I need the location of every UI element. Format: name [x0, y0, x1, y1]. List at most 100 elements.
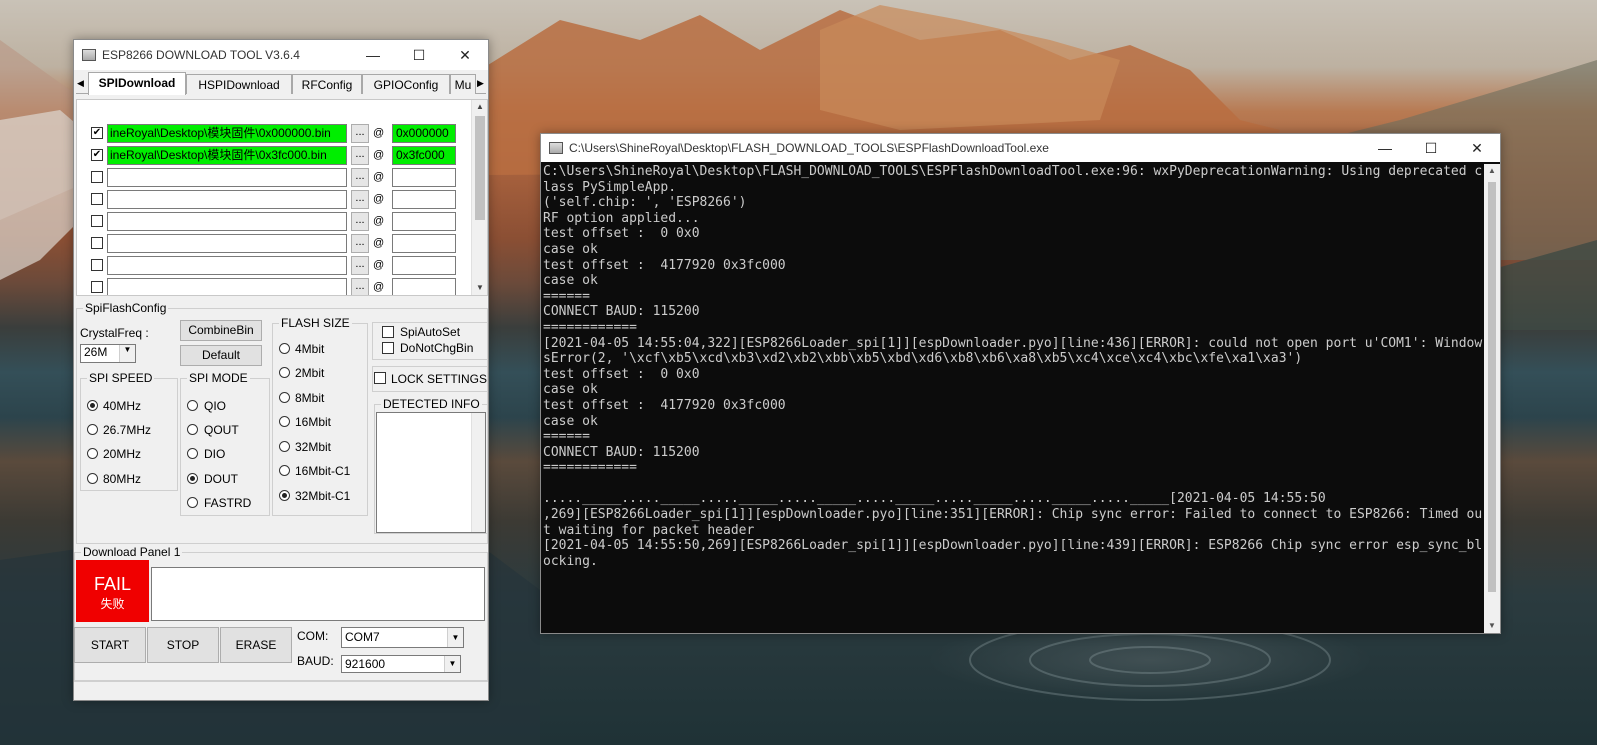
console-title-bar[interactable]: C:\Users\ShineRoyal\Desktop\FLASH_DOWNLO…	[541, 134, 1500, 162]
file-path-input[interactable]	[107, 168, 347, 187]
address-input[interactable]: 0x3fc000	[392, 146, 456, 165]
close-button[interactable]: ✕	[442, 40, 488, 70]
baud-rate-select[interactable]: 921600 ▼	[341, 655, 461, 673]
tab-more[interactable]: Mu	[450, 74, 476, 94]
file-row: ✔ ineRoyal\Desktop\模块固件\0x3fc000.bin ...…	[77, 144, 477, 166]
flash-size-title: FLASH SIZE	[279, 316, 352, 330]
file-path-input[interactable]: ineRoyal\Desktop\模块固件\0x3fc000.bin	[107, 146, 347, 165]
tab-hspidownload[interactable]: HSPIDownload	[186, 74, 292, 94]
tab-spidownload[interactable]: SPIDownload	[88, 72, 186, 95]
app-icon	[82, 49, 96, 61]
address-input[interactable]	[392, 190, 456, 209]
combine-bin-button[interactable]: CombineBin	[180, 320, 262, 341]
file-enable-checkbox[interactable]	[91, 171, 103, 183]
file-row: ... @	[77, 210, 477, 232]
maximize-button[interactable]: ☐	[1408, 134, 1454, 162]
scroll-down-icon[interactable]: ▼	[472, 281, 487, 295]
tab-scroll-left-icon[interactable]: ◀	[76, 74, 85, 92]
flash-size-option: 32Mbit	[295, 440, 332, 454]
maximize-button[interactable]: ☐	[396, 40, 442, 70]
file-path-input[interactable]: ineRoyal\Desktop\模块固件\0x000000.bin	[107, 124, 347, 143]
close-button[interactable]: ✕	[1454, 134, 1500, 162]
console-window: C:\Users\ShineRoyal\Desktop\FLASH_DOWNLO…	[540, 133, 1501, 634]
spi-speed-radio[interactable]	[87, 424, 98, 435]
scroll-down-icon[interactable]: ▼	[1484, 619, 1500, 633]
crystal-freq-select[interactable]: 26M ▼	[80, 344, 136, 363]
download-log-box[interactable]	[151, 567, 485, 621]
flash-size-option: 4Mbit	[295, 342, 325, 356]
flash-size-radio[interactable]	[279, 392, 290, 403]
scroll-up-icon[interactable]: ▲	[472, 100, 487, 114]
file-path-input[interactable]	[107, 190, 347, 209]
address-input[interactable]: 0x000000	[392, 124, 456, 143]
flash-size-radio[interactable]	[279, 367, 290, 378]
browse-button[interactable]: ...	[351, 124, 369, 143]
spi-mode-radio[interactable]	[187, 448, 198, 459]
spi-auto-set-label: SpiAutoSet	[400, 325, 461, 339]
console-line: t waiting for packet header	[543, 522, 755, 538]
browse-button[interactable]: ...	[351, 168, 369, 187]
esp-title-bar[interactable]: ESP8266 DOWNLOAD TOOL V3.6.4 — ☐ ✕	[74, 40, 488, 70]
file-enable-checkbox[interactable]	[91, 281, 103, 293]
lock-settings-checkbox[interactable]	[374, 372, 386, 384]
console-scrollbar[interactable]: ▲ ▼	[1484, 164, 1500, 633]
scroll-up-icon[interactable]: ▲	[1484, 164, 1500, 178]
minimize-button[interactable]: —	[350, 40, 396, 70]
detected-info-scrollbar[interactable]	[471, 413, 485, 532]
flash-size-radio[interactable]	[279, 416, 290, 427]
flash-size-radio[interactable]	[279, 343, 290, 354]
do-not-chg-bin-checkbox[interactable]	[382, 342, 394, 354]
scroll-thumb[interactable]	[475, 116, 485, 220]
spi-mode-radio[interactable]	[187, 400, 198, 411]
file-enable-checkbox[interactable]	[91, 259, 103, 271]
tab-gpioconfig[interactable]: GPIOConfig	[362, 74, 450, 94]
browse-button[interactable]: ...	[351, 256, 369, 275]
browse-button[interactable]: ...	[351, 190, 369, 209]
detected-info-box[interactable]	[376, 412, 486, 533]
tab-scroll-right-icon[interactable]: ▶	[476, 74, 485, 92]
spi-speed-radio[interactable]	[87, 400, 98, 411]
file-path-input[interactable]	[107, 212, 347, 231]
browse-button[interactable]: ...	[351, 278, 369, 295]
spi-auto-set-checkbox[interactable]	[382, 326, 394, 338]
flash-size-radio[interactable]	[279, 490, 290, 501]
address-input[interactable]	[392, 234, 456, 253]
spi-mode-radio[interactable]	[187, 497, 198, 508]
com-port-select[interactable]: COM7 ▼	[341, 627, 464, 648]
address-input[interactable]	[392, 168, 456, 187]
tab-rfconfig[interactable]: RFConfig	[292, 74, 362, 94]
erase-button[interactable]: ERASE	[220, 627, 292, 663]
file-enable-checkbox[interactable]	[91, 193, 103, 205]
spi-speed-radio[interactable]	[87, 448, 98, 459]
flash-size-radio[interactable]	[279, 441, 290, 452]
address-input[interactable]	[392, 256, 456, 275]
minimize-button[interactable]: —	[1362, 134, 1408, 162]
browse-button[interactable]: ...	[351, 146, 369, 165]
flash-size-radio[interactable]	[279, 465, 290, 476]
file-path-input[interactable]	[107, 278, 347, 295]
stop-button[interactable]: STOP	[147, 627, 219, 663]
console-output[interactable]: C:\Users\ShineRoyal\Desktop\FLASH_DOWNLO…	[542, 164, 1486, 632]
browse-button[interactable]: ...	[351, 212, 369, 231]
start-button[interactable]: START	[74, 627, 146, 663]
spi-speed-radio[interactable]	[87, 473, 98, 484]
default-button[interactable]: Default	[180, 345, 262, 366]
at-label: @	[373, 149, 385, 161]
spi-speed-option: 26.7MHz	[103, 423, 152, 437]
file-path-input[interactable]	[107, 234, 347, 253]
com-label: COM:	[297, 629, 329, 643]
spi-mode-radio[interactable]	[187, 424, 198, 435]
file-path-input[interactable]	[107, 256, 347, 275]
address-input[interactable]	[392, 212, 456, 231]
file-list-scrollbar[interactable]: ▲ ▼	[471, 100, 487, 295]
file-enable-checkbox[interactable]: ✔	[91, 149, 103, 161]
com-port-value: COM7	[345, 630, 380, 644]
file-enable-checkbox[interactable]: ✔	[91, 127, 103, 139]
file-enable-checkbox[interactable]	[91, 237, 103, 249]
browse-button[interactable]: ...	[351, 234, 369, 253]
address-input[interactable]	[392, 278, 456, 295]
crystal-freq-value: 26M	[84, 345, 108, 359]
spi-mode-radio[interactable]	[187, 473, 198, 484]
scroll-thumb[interactable]	[1488, 182, 1496, 592]
file-enable-checkbox[interactable]	[91, 215, 103, 227]
